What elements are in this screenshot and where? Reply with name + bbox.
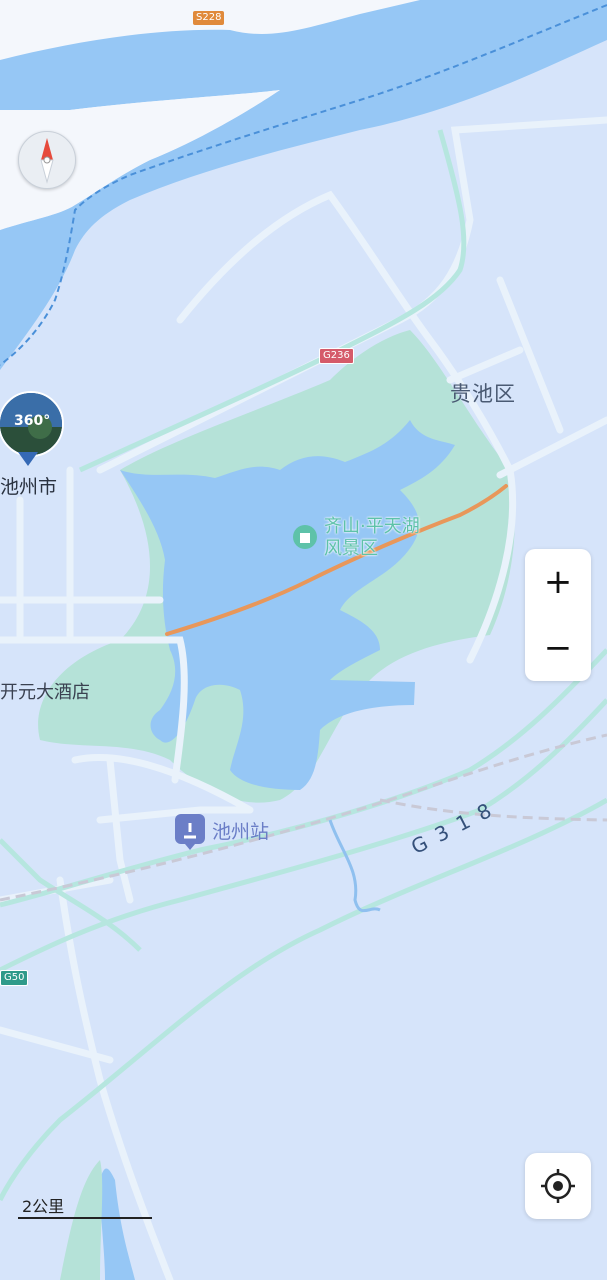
- road-shield-s228: S228: [193, 11, 225, 25]
- scale-bar: 2公里: [18, 1193, 152, 1219]
- scenic-label-line1: 齐山·平天湖: [324, 516, 420, 537]
- city-label: 池州市: [0, 476, 58, 498]
- zoom-controls: + −: [525, 549, 591, 681]
- zoom-in-button[interactable]: +: [525, 549, 591, 615]
- locate-button[interactable]: [525, 1153, 591, 1219]
- road-shield-g236: G236: [319, 348, 354, 364]
- station-label[interactable]: 池州站: [212, 817, 269, 844]
- locate-icon: [541, 1169, 575, 1203]
- zoom-out-button[interactable]: −: [525, 615, 591, 681]
- scenic-label-line2: 风景区: [324, 538, 378, 559]
- scenic-area-label[interactable]: 齐山·平天湖 风景区: [324, 516, 420, 560]
- scenic-poi-icon[interactable]: [293, 525, 317, 549]
- compass-icon: [40, 138, 54, 184]
- map-canvas[interactable]: [0, 0, 607, 1280]
- compass-button[interactable]: [18, 131, 76, 189]
- scale-label: 2公里: [22, 1197, 65, 1216]
- panorama-button[interactable]: 360°: [0, 391, 64, 457]
- panorama-pointer: [18, 452, 38, 466]
- road-shield-g50: G50: [0, 970, 29, 986]
- panorama-badge: 360°: [14, 413, 51, 429]
- district-label: 贵池区: [450, 382, 516, 406]
- hotel-label[interactable]: 开元大酒店: [0, 678, 90, 704]
